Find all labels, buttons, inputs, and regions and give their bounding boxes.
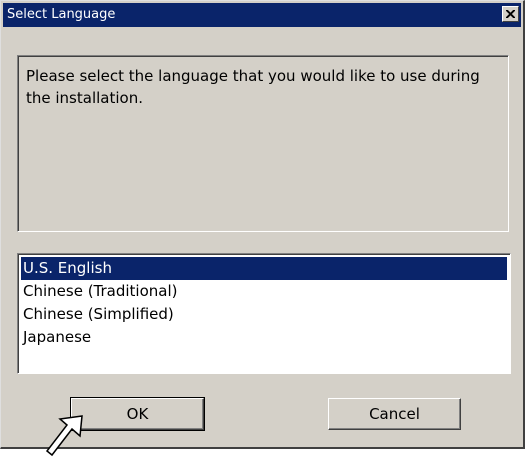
arrow-cursor-icon xyxy=(45,415,83,457)
message-panel: Please select the language that you woul… xyxy=(17,55,509,232)
language-option-japanese[interactable]: Japanese xyxy=(21,326,507,349)
close-button[interactable] xyxy=(502,6,519,22)
close-icon xyxy=(506,10,515,18)
select-language-dialog: Select Language Please select the langua… xyxy=(0,0,525,449)
window-title: Select Language xyxy=(7,7,116,22)
language-option-chinese-traditional[interactable]: Chinese (Traditional) xyxy=(21,280,507,303)
instruction-text: Please select the language that you woul… xyxy=(26,67,480,107)
ok-button[interactable]: OK xyxy=(70,397,205,431)
language-listbox[interactable]: U.S. English Chinese (Traditional) Chine… xyxy=(17,253,511,374)
title-bar[interactable]: Select Language xyxy=(3,3,521,27)
language-option-us-english[interactable]: U.S. English xyxy=(21,257,507,280)
language-option-chinese-simplified[interactable]: Chinese (Simplified) xyxy=(21,303,507,326)
cancel-button[interactable]: Cancel xyxy=(328,398,461,430)
